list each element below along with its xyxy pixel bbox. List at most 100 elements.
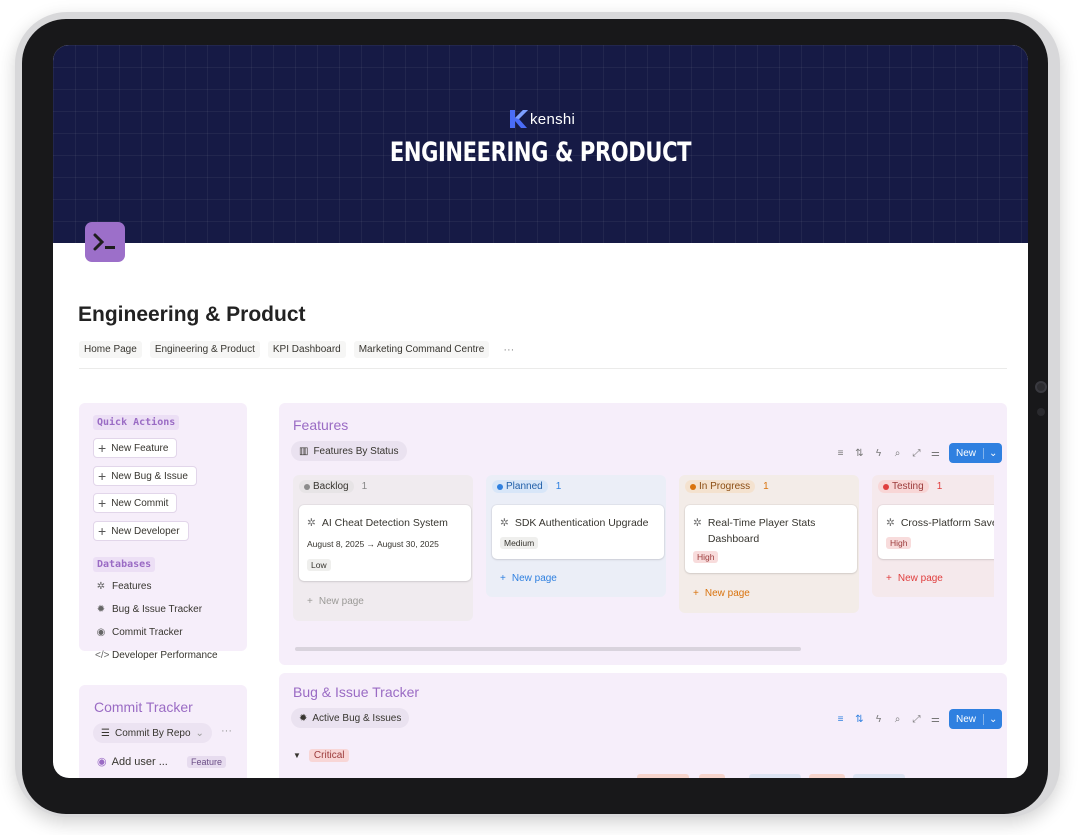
count: 1	[361, 481, 368, 492]
more-icon[interactable]: ···	[497, 344, 520, 356]
new-page-button[interactable]: + New page	[886, 573, 943, 584]
plus-icon: +	[500, 573, 506, 584]
board-clip: Testing 1 ✲ Cross-Platform Save High + New …	[872, 475, 994, 597]
column-planned: Planned 1 ✲ SDK Authentication Upgrade Med…	[486, 475, 666, 597]
property-pill	[749, 774, 801, 778]
plus-icon: +	[98, 495, 107, 511]
settings-icon[interactable]: ⚌	[930, 448, 941, 459]
filter-icon[interactable]: ≡	[835, 448, 846, 459]
db-link-bug-tracker[interactable]: ✹ Bug & Issue Tracker	[95, 604, 202, 615]
priority-badge: Low	[307, 559, 331, 571]
features-view-tab[interactable]: ▥ Features By Status	[291, 441, 407, 461]
plus-icon: +	[98, 468, 107, 484]
status-badge: Testing	[878, 480, 929, 493]
divider	[79, 368, 1007, 369]
bug-outline-icon: ✲	[96, 581, 106, 592]
camera-icon	[1035, 381, 1047, 393]
code-icon: </>	[95, 650, 110, 661]
commit-icon: ◉	[96, 627, 106, 638]
settings-icon[interactable]: ⚌	[930, 714, 941, 725]
count: 1	[763, 481, 769, 492]
group-critical[interactable]: ▼ Critical	[293, 749, 350, 762]
quick-actions-panel: Quick Actions + New Feature + New Bug & Is…	[79, 403, 247, 661]
terminal-icon[interactable]	[85, 222, 125, 262]
expand-icon[interactable]: ⤢	[911, 448, 922, 459]
sort-icon[interactable]: ⇅	[854, 448, 865, 459]
plus-icon: +	[98, 523, 107, 539]
board-icon: ▥	[299, 445, 309, 457]
notion-page: kenshi ENGINEERING & PRODUCT Engineering…	[53, 45, 1028, 778]
sensor-icon	[1037, 408, 1045, 416]
property-pill	[699, 774, 725, 778]
new-page-button[interactable]: + New page	[500, 573, 557, 584]
quick-actions-label: Quick Actions	[93, 415, 180, 430]
bug-outline-icon: ✲	[886, 517, 895, 529]
link-engineering-product[interactable]: Engineering & Product	[149, 341, 260, 358]
db-link-commit-tracker[interactable]: ◉ Commit Tracker	[95, 627, 183, 638]
brand-logo: kenshi	[507, 108, 575, 130]
more-icon[interactable]: ···	[221, 725, 232, 737]
new-bug-dropdown-button[interactable]: New ⌄	[949, 709, 1003, 729]
feature-card[interactable]: ✲ SDK Authentication Upgrade Medium	[492, 505, 664, 559]
chevron-down-icon: ⌄	[983, 447, 1002, 459]
priority-badge: High	[886, 537, 912, 549]
bugs-toolbar: ≡ ⇅ ϟ ⌕ ⤢ ⚌ New ⌄	[835, 709, 1003, 729]
status-badge: In Progress	[685, 480, 756, 493]
feature-card[interactable]: ✲ Cross-Platform Save High	[878, 505, 994, 559]
link-marketing-command-centre[interactable]: Marketing Command Centre	[353, 341, 490, 358]
list-item[interactable]: ◉ Add user ...	[97, 755, 168, 769]
page-title: Engineering & Product	[78, 303, 306, 326]
column-testing: Testing 1 ✲ Cross-Platform Save High + New …	[872, 475, 994, 597]
link-home-page[interactable]: Home Page	[79, 341, 142, 358]
cover-title: ENGINEERING & PRODUCT	[389, 137, 692, 168]
chevron-down-icon: ⌄	[195, 727, 204, 739]
feature-card[interactable]: ✲ AI Cheat Detection System August 8, 202…	[299, 505, 471, 581]
plus-icon: +	[307, 596, 313, 607]
link-kpi-dashboard[interactable]: KPI Dashboard	[267, 341, 346, 358]
plus-icon: +	[693, 588, 699, 599]
bugs-view-tab[interactable]: ✹ Active Bug & Issues	[291, 708, 410, 728]
breadcrumb: Home Page Engineering & Product KPI Dash…	[79, 341, 520, 358]
new-developer-button[interactable]: + New Developer	[93, 521, 189, 541]
count: 1	[936, 481, 943, 492]
automation-icon[interactable]: ϟ	[873, 714, 884, 725]
new-commit-button[interactable]: + New Commit	[93, 493, 178, 513]
column-in-progress: In Progress 1 ✲ Real-Time Player Stats Das…	[679, 475, 859, 613]
filter-icon[interactable]: ≡	[835, 714, 846, 725]
bug-outline-icon: ✲	[500, 517, 509, 529]
kenshi-logo-icon	[507, 108, 528, 130]
plus-icon: +	[98, 440, 107, 456]
bug-tracker-title[interactable]: Bug & Issue Tracker	[293, 684, 419, 700]
cover-banner: kenshi ENGINEERING & PRODUCT	[53, 45, 1028, 243]
priority-badge: Medium	[500, 537, 539, 549]
status-badge: Planned	[492, 480, 548, 493]
bug-outline-icon: ✲	[307, 517, 316, 529]
search-icon[interactable]: ⌕	[892, 448, 903, 459]
features-board: Features ▥ Features By Status ≡ ⇅ ϟ ⌕ ⤢ ⚌…	[279, 403, 1007, 665]
date-range: August 8, 2025 → August 30, 2025	[307, 539, 439, 549]
features-title[interactable]: Features	[293, 417, 348, 433]
sort-icon[interactable]: ⇅	[854, 714, 865, 725]
commit-tracker-title: Commit Tracker	[94, 699, 193, 715]
db-link-developer-performance[interactable]: </> Developer Performance	[95, 650, 218, 661]
column-backlog: Backlog 1 ✲ AI Cheat Detection System Augu…	[293, 475, 473, 621]
bug-icon: ✹	[96, 604, 106, 615]
expand-icon[interactable]: ⤢	[911, 714, 922, 725]
bug-icon: ✹	[299, 712, 308, 724]
new-page-button[interactable]: + New page	[693, 588, 750, 599]
horizontal-scrollbar[interactable]	[295, 647, 801, 651]
automation-icon[interactable]: ϟ	[873, 448, 884, 459]
property-pill	[809, 774, 845, 778]
search-icon[interactable]: ⌕	[892, 714, 903, 725]
new-bug-button[interactable]: + New Bug & Issue	[93, 466, 197, 486]
new-feature-dropdown-button[interactable]: New ⌄	[949, 443, 1003, 463]
new-feature-button[interactable]: + New Feature	[93, 438, 178, 458]
feature-card[interactable]: ✲ Real-Time Player Stats Dashboard High	[685, 505, 857, 573]
bug-outline-icon: ✲	[693, 517, 702, 529]
commit-view-tab[interactable]: ☰ Commit By Repo ⌄	[93, 723, 212, 743]
features-toolbar: ≡ ⇅ ϟ ⌕ ⤢ ⚌ New ⌄	[835, 443, 1003, 463]
list-icon: ☰	[101, 727, 110, 739]
new-page-button[interactable]: + New page	[307, 596, 364, 607]
toggle-triangle-icon: ▼	[293, 751, 301, 760]
db-link-features[interactable]: ✲ Features	[95, 581, 152, 592]
